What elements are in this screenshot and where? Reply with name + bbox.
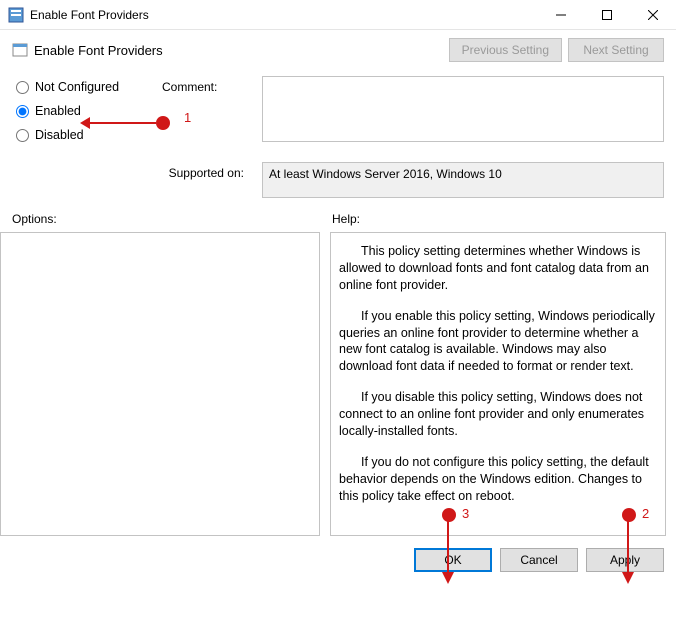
radio-disabled[interactable]: Disabled	[12, 128, 162, 142]
app-icon	[8, 7, 24, 23]
policy-icon	[12, 42, 28, 58]
help-label: Help:	[330, 208, 666, 232]
close-button[interactable]	[630, 0, 676, 30]
policy-title: Enable Font Providers	[34, 43, 443, 58]
dialog-footer: OK Cancel Apply	[0, 536, 676, 572]
radio-enabled-label: Enabled	[35, 104, 81, 118]
subheader: Enable Font Providers Previous Setting N…	[0, 30, 676, 76]
help-text: This policy setting determines whether W…	[339, 243, 657, 294]
radio-enabled-input[interactable]	[16, 105, 29, 118]
radio-enabled[interactable]: Enabled	[12, 104, 162, 118]
cancel-button[interactable]: Cancel	[500, 548, 578, 572]
minimize-icon	[556, 10, 566, 20]
help-text: If you disable this policy setting, Wind…	[339, 389, 657, 440]
supported-on-label: Supported on:	[12, 162, 252, 180]
apply-button[interactable]: Apply	[586, 548, 664, 572]
window-controls	[538, 0, 676, 30]
radio-disabled-input[interactable]	[16, 129, 29, 142]
help-pane[interactable]: This policy setting determines whether W…	[330, 232, 666, 536]
state-section: Not Configured Enabled Disabled Comment:	[0, 76, 676, 162]
radio-disabled-label: Disabled	[35, 128, 84, 142]
options-label: Options:	[10, 208, 320, 232]
radio-group: Not Configured Enabled Disabled	[12, 76, 162, 158]
comment-input[interactable]	[262, 76, 664, 142]
minimize-button[interactable]	[538, 0, 584, 30]
titlebar: Enable Font Providers	[0, 0, 676, 30]
radio-not-configured-input[interactable]	[16, 81, 29, 94]
options-pane[interactable]	[0, 232, 320, 536]
supported-on-field: At least Windows Server 2016, Windows 10	[262, 162, 664, 198]
supported-on-row: Supported on: At least Windows Server 20…	[0, 162, 676, 208]
previous-setting-button[interactable]: Previous Setting	[449, 38, 562, 62]
help-text: If you enable this policy setting, Windo…	[339, 308, 657, 376]
ok-button[interactable]: OK	[414, 548, 492, 572]
window-title: Enable Font Providers	[30, 8, 538, 22]
next-setting-button[interactable]: Next Setting	[568, 38, 664, 62]
close-icon	[648, 10, 658, 20]
comment-label: Comment:	[162, 80, 262, 94]
help-text: If you do not configure this policy sett…	[339, 454, 657, 505]
maximize-icon	[602, 10, 612, 20]
panes: Options: Help: This policy setting deter…	[0, 208, 676, 536]
maximize-button[interactable]	[584, 0, 630, 30]
radio-not-configured[interactable]: Not Configured	[12, 80, 162, 94]
radio-not-configured-label: Not Configured	[35, 80, 119, 94]
